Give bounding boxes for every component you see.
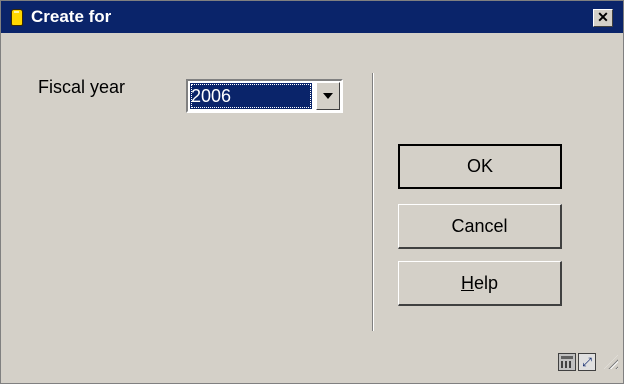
fiscal-year-label: Fiscal year <box>38 77 126 97</box>
chevron-down-icon[interactable] <box>316 82 340 110</box>
fiscal-year-dropdown[interactable]: 2006 <box>186 79 343 113</box>
window-title: Create for <box>31 7 112 26</box>
expand-icon[interactable]: ⤢ <box>578 353 596 371</box>
app-icon <box>11 9 23 26</box>
close-button[interactable]: ✕ <box>593 9 613 27</box>
resize-grip-icon[interactable] <box>604 355 618 369</box>
vertical-divider <box>372 73 374 331</box>
help-button[interactable]: Help <box>398 261 562 306</box>
title-bar[interactable]: Create for ✕ <box>1 1 623 33</box>
fiscal-year-value[interactable]: 2006 <box>190 83 312 109</box>
keyboard-icon[interactable] <box>558 353 576 371</box>
help-mnemonic: H <box>460 273 474 293</box>
cancel-button[interactable]: Cancel <box>398 204 562 249</box>
ok-button[interactable]: OK <box>398 144 562 189</box>
dialog-window: Create for ✕ Fiscal year 2006 OK Cancel … <box>0 0 624 384</box>
close-icon: ✕ <box>597 9 609 25</box>
help-label-rest: elp <box>473 273 499 293</box>
